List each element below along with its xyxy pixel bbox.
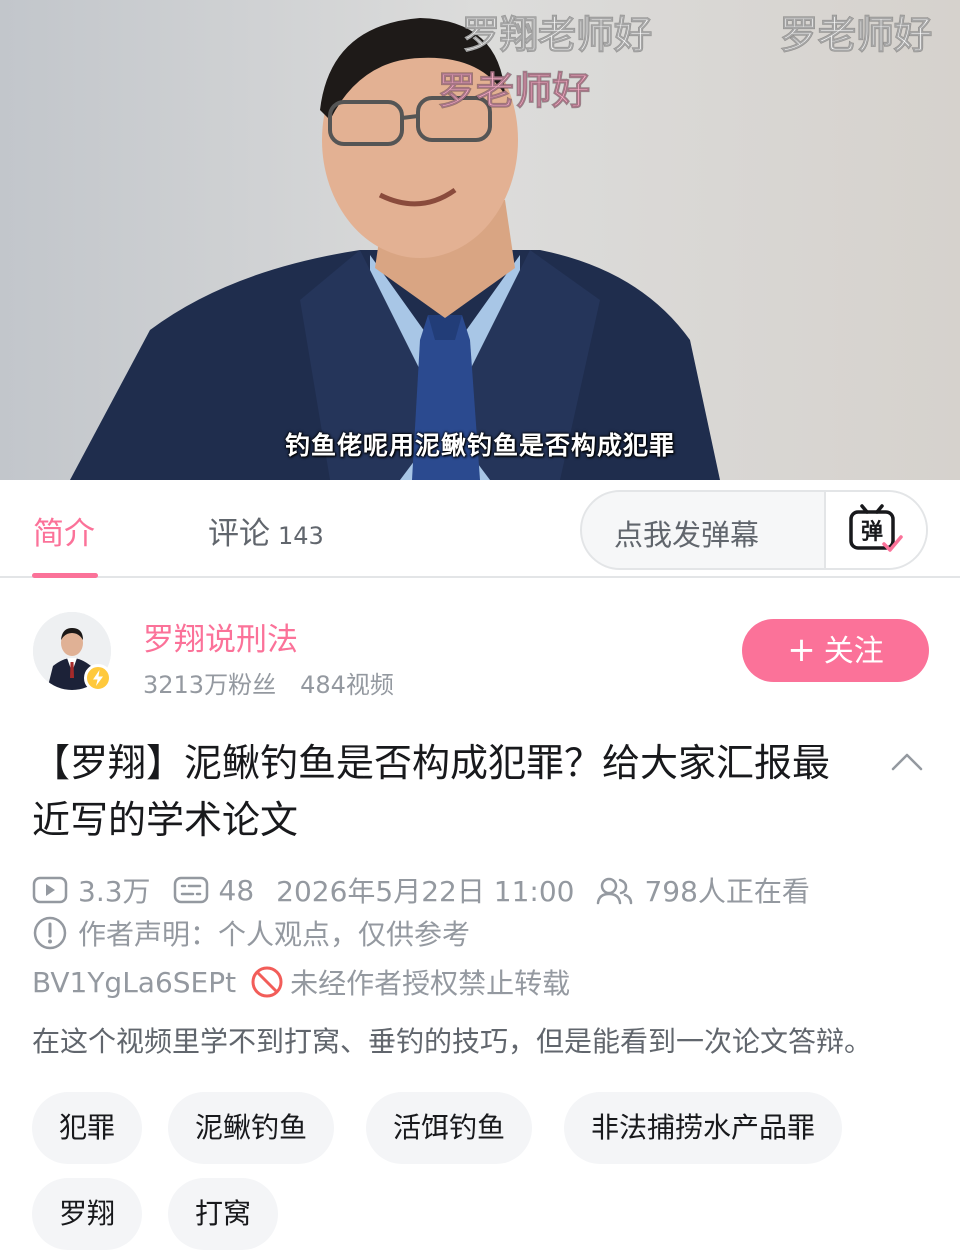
danmaku-count-icon [173,876,208,904]
tab-comments[interactable]: 评论 143 [208,508,324,553]
tab-bar: 简介 评论 143 点我发弹幕 弹 [0,480,960,578]
comments-count: 143 [278,522,324,550]
author-statement-row: 作者声明：个人观点，仅供参考 [32,913,470,953]
danmaku-bullet: 罗翔老师好 [461,13,653,58]
chevron-up-icon[interactable] [890,750,924,772]
danmaku-count: 48 [218,873,255,907]
uploader-stats: 3213万粉丝 484视频 [143,665,394,700]
tag-chip[interactable]: 非法捕捞水产品罪 [564,1092,843,1164]
danmaku-bullet: 罗老师好 [437,69,591,114]
follower-count: 3213万粉丝 [143,671,277,699]
danmaku-toggle-icon: 弹 [849,504,903,552]
follow-button[interactable]: + 关注 [742,619,929,682]
danmaku-icon-glyph: 弹 [861,520,883,545]
plus-icon: + [787,630,816,670]
follow-label: 关注 [823,634,884,669]
video-subtitle: 钓鱼佬呢用泥鳅钓鱼是否构成犯罪 [284,431,675,460]
video-title: 【罗翔】泥鳅钓鱼是否构成犯罪？给大家汇报最近写的学术论文 [32,741,831,842]
no-repost-icon [251,966,283,998]
publish-time: 2026年5月22日 11:00 [276,875,575,908]
watching-now: 798人正在看 [644,875,810,908]
play-count-icon [32,876,68,904]
danmaku-toggle-button[interactable]: 弹 [826,492,926,568]
bvid-row: BV1YgLa6SEPt 未经作者授权禁止转载 [32,962,570,1002]
bvid[interactable]: BV1YgLa6SEPt [32,966,236,999]
viewers-icon [597,877,633,905]
uploader-name[interactable]: 罗翔说刑法 [143,614,298,659]
danmaku-input-box[interactable]: 点我发弹幕 弹 [580,490,928,570]
tab-comments-label: 评论 [208,516,270,552]
author-statement: 作者声明：个人观点，仅供参考 [78,918,471,951]
view-count: 3.3万 [78,875,151,908]
info-icon [33,916,67,950]
video-count: 484视频 [300,671,394,699]
verified-badge [84,664,112,692]
lightning-icon [93,670,103,686]
tab-intro-label: 简介 [33,516,95,552]
danmaku-bullet: 罗老师好 [779,13,933,58]
tag-chip[interactable]: 罗翔 [32,1178,143,1250]
tag-chip[interactable]: 泥鳅钓鱼 [168,1092,335,1164]
tab-intro[interactable]: 简介 [33,508,95,553]
video-player[interactable]: 罗翔老师好 罗老师好 罗老师好 钓鱼佬呢用泥鳅钓鱼是否构成犯罪 [0,0,960,480]
repost-notice: 未经作者授权禁止转载 [290,967,571,1000]
video-stats-row: 3.3万 48 2026年5月22日 11:00 798人正在看 [32,870,810,910]
tag-chip[interactable]: 犯罪 [32,1092,143,1164]
video-description: 在这个视频里学不到打窝、垂钓的技巧，但是能看到一次论文答辩。 [32,1025,873,1058]
tab-active-indicator [32,573,98,578]
tag-chip[interactable]: 打窝 [168,1178,279,1250]
tag-chip[interactable]: 活饵钓鱼 [366,1092,533,1164]
danmaku-input-placeholder[interactable]: 点我发弹幕 [614,512,759,554]
